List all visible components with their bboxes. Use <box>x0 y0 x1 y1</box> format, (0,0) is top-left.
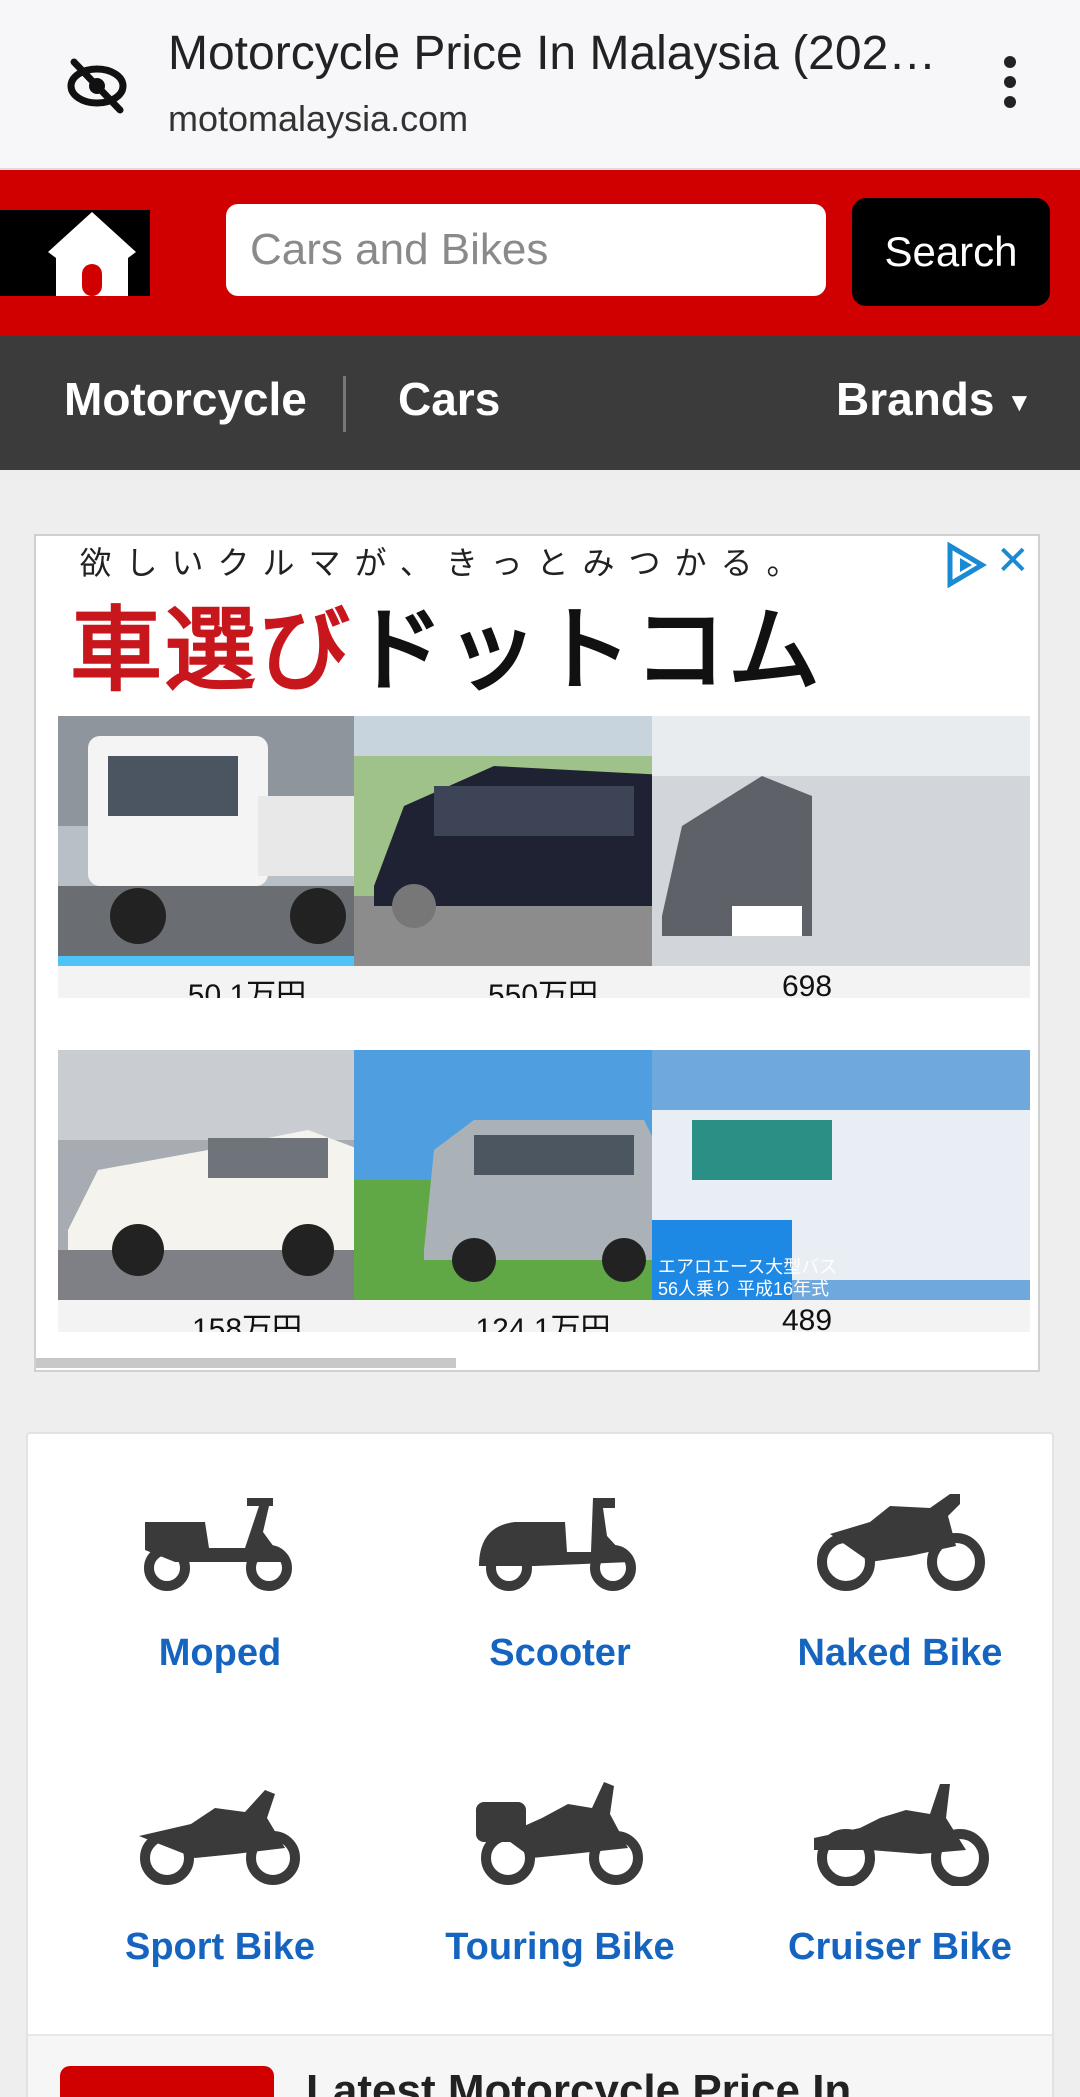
category-grid: Moped Scooter Naked Bike Sport Bike Tour… <box>26 1432 1054 2097</box>
scooter-icon <box>479 1498 636 1591</box>
category-label: Cruiser Bike <box>788 1926 1012 1968</box>
category-label: Sport Bike <box>124 1926 316 1968</box>
category-label: Touring Bike <box>445 1926 675 1968</box>
category-sport-bike[interactable]: Sport Bike <box>50 1784 390 1969</box>
nav-motorcycle[interactable]: Motorcycle <box>64 372 307 426</box>
home-icon[interactable] <box>44 208 140 300</box>
ad-scrollbar[interactable] <box>36 1358 456 1368</box>
category-scooter[interactable]: Scooter <box>390 1486 730 1675</box>
category-label: Naked Bike <box>797 1632 1003 1674</box>
eye-off-icon[interactable] <box>62 56 132 116</box>
search-input[interactable] <box>226 204 826 296</box>
listing-price: 698 <box>782 970 833 998</box>
ad-listing[interactable]: 698 <box>652 716 1030 998</box>
moped-icon <box>144 1498 292 1591</box>
sport-bike-icon <box>139 1790 300 1885</box>
ad-listing[interactable]: エアロエース大型バス 56人乗り 平成16年式 489 <box>652 1050 1030 1332</box>
category-label: Scooter <box>489 1632 631 1674</box>
nav-cars[interactable]: Cars <box>398 372 500 426</box>
car-photo <box>652 716 1030 966</box>
chevron-down-icon: ▼ <box>1006 387 1033 418</box>
page-url[interactable]: motomalaysia.com <box>168 98 468 140</box>
nav-brands[interactable]: Brands ▼ <box>836 372 1032 426</box>
ad-logo: 車選びドットコム <box>69 600 823 702</box>
latest-prices-header[interactable]: Latest Motorcycle Price In <box>28 2034 1052 2097</box>
browser-toolbar: Motorcycle Price In Malaysia (202… motom… <box>0 0 1080 170</box>
main-nav: Motorcycle Cars Brands ▼ <box>0 336 1080 470</box>
category-label: Moped <box>158 1632 282 1674</box>
close-icon[interactable]: ✕ <box>996 538 1030 584</box>
nav-divider <box>343 376 346 432</box>
listing-price: 489 <box>782 1304 833 1332</box>
search-button[interactable]: Search <box>852 198 1050 306</box>
more-options-icon[interactable] <box>990 50 1030 120</box>
page-title: Motorcycle Price In Malaysia (202… <box>168 27 937 80</box>
latest-badge <box>60 2066 274 2097</box>
ad-choices-icon[interactable] <box>942 542 988 588</box>
cruiser-bike-icon <box>814 1784 989 1886</box>
category-naked-bike[interactable]: Naked Bike <box>730 1486 1070 1675</box>
touring-bike-icon <box>476 1782 643 1885</box>
bus-caption: エアロエース大型バス 56人乗り 平成16年式 <box>658 1257 838 1299</box>
category-moped[interactable]: Moped <box>50 1492 390 1675</box>
advertisement[interactable]: 欲しいクルマが、きっとみつかる。 車選びドットコム ✕ 50.1万円 550万円… <box>34 534 1040 1372</box>
category-cruiser-bike[interactable]: Cruiser Bike <box>730 1778 1070 1969</box>
category-touring-bike[interactable]: Touring Bike <box>390 1778 730 1969</box>
latest-title: Latest Motorcycle Price In <box>306 2066 852 2097</box>
naked-bike-icon <box>817 1494 985 1591</box>
nav-brands-label: Brands <box>836 373 995 425</box>
